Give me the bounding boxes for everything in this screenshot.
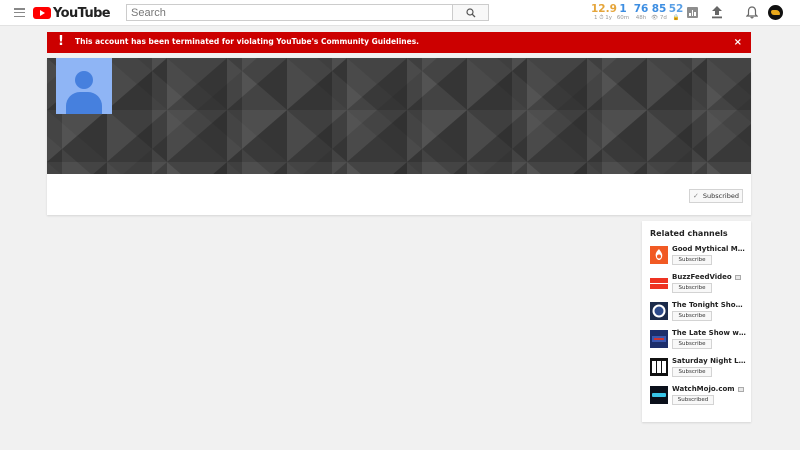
- channel-thumbnail[interactable]: [650, 358, 668, 376]
- termination-alert: ! This account has been terminated for v…: [47, 32, 751, 53]
- channel-thumbnail[interactable]: [650, 330, 668, 348]
- logo-text: YouTube: [53, 5, 111, 21]
- channel-thumbnail[interactable]: [650, 386, 668, 404]
- related-channel-item: Saturday Night Live Subscribe: [650, 357, 747, 381]
- stat-item: 12.9 1 ⏱ 1y: [591, 3, 617, 22]
- subscribe-button[interactable]: Subscribe: [672, 367, 712, 377]
- subscribe-button[interactable]: Subscribe: [672, 255, 712, 265]
- channel-banner: [47, 58, 751, 174]
- analytics-icon[interactable]: [687, 7, 698, 18]
- channel-name[interactable]: WatchMojo.com: [672, 385, 746, 393]
- related-channels-panel: Related channels Good Mythical Morn… Sub…: [642, 221, 751, 422]
- verified-icon: [734, 274, 741, 280]
- stat-item: 1 60m: [616, 3, 630, 22]
- youtube-play-icon: [33, 7, 51, 19]
- stat-item: 52 🔒: [668, 3, 684, 22]
- search-button[interactable]: [452, 4, 489, 21]
- user-avatar[interactable]: [768, 5, 783, 20]
- channel-thumbnail[interactable]: [650, 246, 668, 264]
- channel-header: ✓ Subscribed: [47, 58, 751, 215]
- channel-thumbnail[interactable]: [650, 274, 668, 292]
- alert-icon: !: [58, 34, 64, 49]
- channel-thumbnail[interactable]: [650, 302, 668, 320]
- bell-icon[interactable]: [746, 6, 758, 19]
- channel-name[interactable]: Saturday Night Live: [672, 357, 746, 365]
- search-input[interactable]: [126, 4, 452, 21]
- channel-name[interactable]: BuzzFeedVideo: [672, 273, 746, 281]
- subscribe-button[interactable]: Subscribe: [672, 283, 712, 293]
- related-channel-item: The Tonight Show S… Subscribe: [650, 301, 747, 325]
- related-channels-title: Related channels: [650, 229, 728, 238]
- subscribed-button[interactable]: Subscribed: [672, 395, 714, 405]
- search-icon: [466, 8, 476, 18]
- related-channel-item: Good Mythical Morn… Subscribe: [650, 245, 747, 269]
- related-channel-item: WatchMojo.com Subscribed: [650, 385, 747, 409]
- subscribed-button[interactable]: ✓ Subscribed: [689, 189, 743, 203]
- top-bar: YouTube 12.9 1 ⏱ 1y 1 60m 76 48h 85 👁 7d…: [0, 0, 800, 26]
- channel-name[interactable]: The Tonight Show S…: [672, 301, 746, 309]
- related-channel-item: The Late Show with … Subscribe: [650, 329, 747, 353]
- alert-message: This account has been terminated for vio…: [75, 37, 420, 46]
- banner-pattern: [47, 58, 751, 174]
- check-icon: ✓: [693, 192, 699, 200]
- related-channel-item: BuzzFeedVideo Subscribe: [650, 273, 747, 297]
- channel-name[interactable]: Good Mythical Morn…: [672, 245, 746, 253]
- subscribe-button[interactable]: Subscribe: [672, 311, 712, 321]
- channel-name[interactable]: The Late Show with …: [672, 329, 746, 337]
- upload-icon[interactable]: [711, 6, 723, 19]
- channel-avatar: [56, 58, 112, 114]
- close-icon[interactable]: ×: [734, 37, 742, 48]
- youtube-logo[interactable]: YouTube: [33, 5, 111, 21]
- subscribe-button[interactable]: Subscribe: [672, 339, 712, 349]
- menu-icon[interactable]: [14, 8, 25, 18]
- verified-icon: [737, 386, 744, 392]
- stat-item: 76 48h: [633, 3, 649, 22]
